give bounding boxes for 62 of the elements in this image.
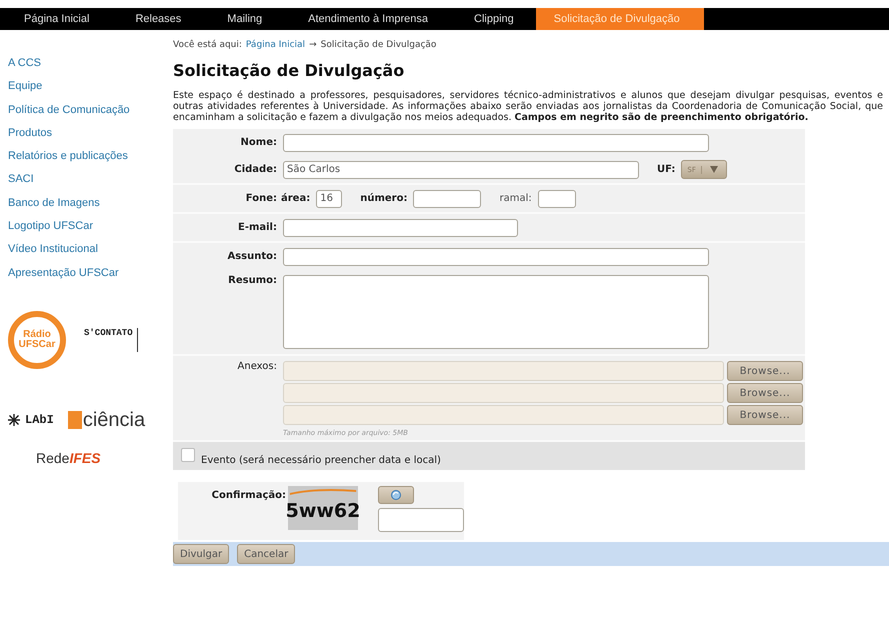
field-label: área:	[281, 193, 310, 204]
field-label: UF:	[657, 164, 676, 175]
form-button[interactable]: Cancelar	[237, 544, 296, 564]
refresh-button[interactable]	[378, 486, 414, 504]
sidebar-link[interactable]: Apresentação UFSCar	[8, 266, 170, 289]
sidebar-link[interactable]: Relatórios e publicações	[8, 149, 170, 172]
ramal-field[interactable]	[538, 190, 576, 208]
nav-tab[interactable]: Atendimento à Imprensa	[284, 8, 442, 30]
sidebar-link[interactable]: SACI	[8, 172, 170, 196]
breadcrumb-current: Solicitação de Divulgação	[320, 40, 436, 50]
field-label: Confirmação:	[210, 489, 286, 503]
star-icon	[8, 414, 20, 426]
sidebar-link[interactable]: Produtos	[8, 126, 170, 150]
cidade-field[interactable]: São Carlos	[283, 160, 639, 178]
evento-checkbox[interactable]	[181, 448, 195, 462]
page-title: Solicitação de Divulgação	[173, 61, 406, 80]
browse-button[interactable]: Browse...	[727, 361, 803, 381]
sidebar-link[interactable]: Vídeo Institucional	[8, 242, 170, 266]
breadcrumb-label: Você está aqui:	[173, 40, 242, 50]
form-button[interactable]: Divulgar	[173, 544, 230, 564]
nav-tab[interactable]: Releases	[111, 8, 196, 30]
dropdown-arrow-icon	[710, 166, 718, 173]
file-field[interactable]	[283, 361, 724, 381]
browse-button[interactable]: Browse...	[727, 405, 803, 425]
radio-logo[interactable]: Rádio UFSCar	[8, 310, 66, 369]
email-field[interactable]	[283, 218, 518, 236]
contato-logo[interactable]: S'CONTATO	[72, 328, 138, 352]
sidebar-link[interactable]: Equipe	[8, 79, 170, 103]
sidebar-link[interactable]: Política de Comunicação	[8, 102, 170, 126]
field-label: Cidade:	[233, 164, 277, 175]
resumo-field[interactable]	[283, 275, 709, 349]
field-label: E-mail:	[236, 222, 277, 233]
captcha-image: 5ww62	[288, 486, 358, 530]
nav-tab[interactable]: Mailing	[203, 8, 276, 30]
intro-paragraph: Este espaço é destinado a professores, pesquisadores, servidores técnico-administrativos e alunos que desejam divulgar pesquisas, eventos e outras atividades referentes à Universidade. As informações abaixo serão enviadas aos jornalistas da Coordenadoria de Comunicação Social, que encaminham a solicitação e fazem a divulgação nos meios adequados. Campos em negrito são de preenchimento obrigatório.	[173, 90, 883, 123]
captcha-field[interactable]	[378, 508, 464, 532]
sidebar-link[interactable]: A CCS	[8, 56, 170, 80]
checkbox-label: Evento (será necessário preencher data e local)	[201, 455, 441, 466]
field-label: Fone:	[244, 193, 277, 204]
square-icon	[68, 411, 82, 430]
field-label: Nome:	[240, 137, 277, 148]
assunto-field[interactable]	[283, 248, 709, 266]
browse-button[interactable]: Browse...	[727, 383, 803, 403]
labi-logo[interactable]: LAbI	[8, 413, 54, 428]
nome-field[interactable]	[283, 134, 709, 152]
sidebar-link[interactable]: Logotipo UFSCar	[8, 219, 170, 242]
ciencia-logo[interactable]: ciência	[68, 408, 146, 432]
numero-field[interactable]	[413, 190, 482, 208]
nav-tab[interactable]: Clipping	[450, 8, 528, 30]
rede-logo[interactable]: RedeIFES	[36, 450, 101, 466]
field-label: Resumo:	[227, 275, 277, 286]
breadcrumb-arrow: →	[309, 40, 317, 50]
area-field[interactable]: 16	[316, 190, 342, 208]
field-label: Assunto:	[226, 251, 277, 262]
field-label: número:	[360, 193, 408, 204]
field-label: ramal:	[499, 193, 532, 204]
breadcrumb-link[interactable]: Página Inicial	[246, 40, 306, 50]
file-field[interactable]	[283, 405, 724, 425]
file-field[interactable]	[283, 383, 724, 403]
nav-tab[interactable]: Página Inicial	[0, 8, 104, 30]
field-label: Anexos:	[236, 361, 277, 372]
sidebar-link[interactable]: Banco de Imagens	[8, 196, 170, 220]
